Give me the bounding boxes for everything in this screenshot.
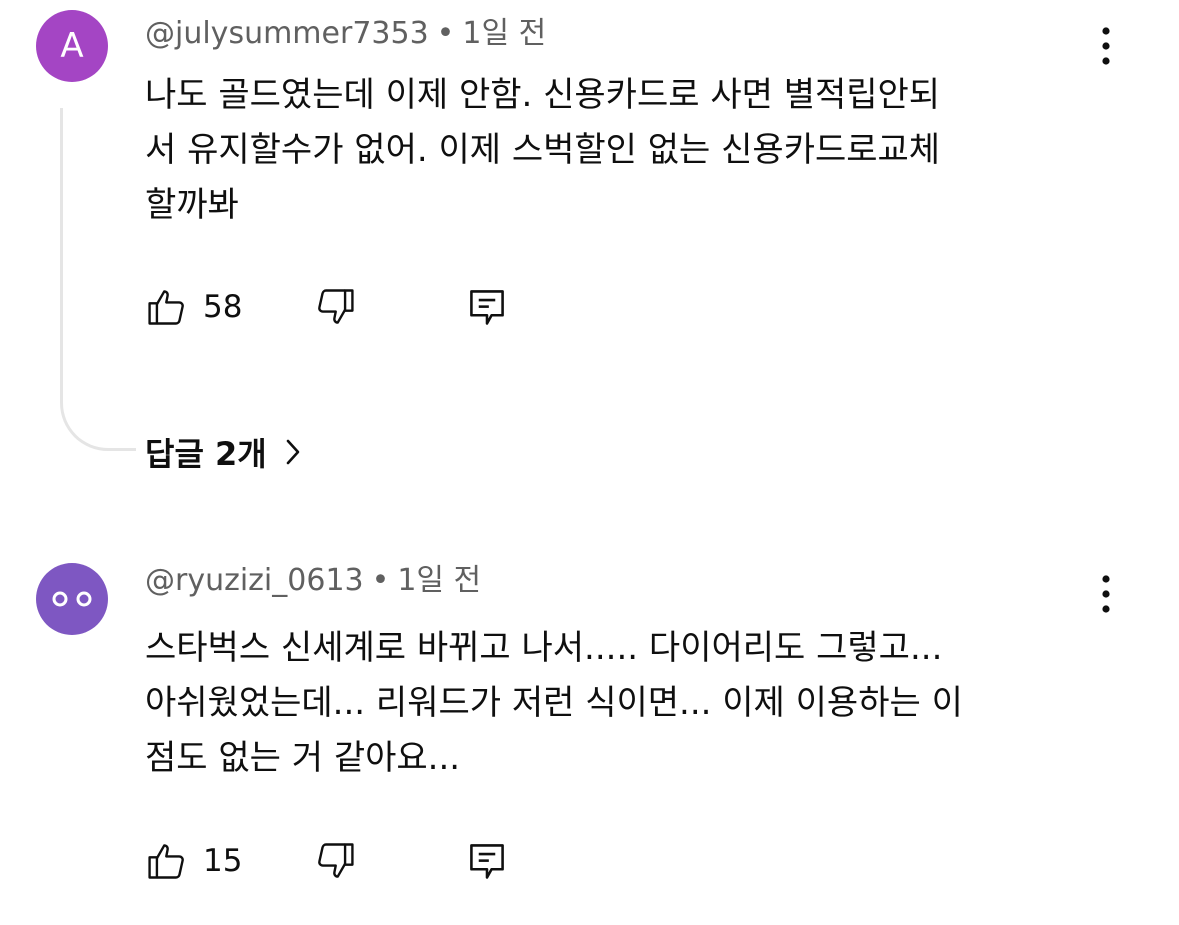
comment-text: 나도 골드였는데 이제 안함. 신용카드로 사면 별적립안되 서 유지할수가 없… [145,68,1105,233]
comment-text-line: 점도 없는 거 같아요... [145,738,461,778]
comment-author[interactable]: @julysummer7353 [145,16,429,51]
comment-actions: 15 [145,836,545,886]
comment-meta: @ryuzizi_0613 • 1일 전 [145,563,481,599]
comment-card: A @julysummer7353 • 1일 전 나도 골드였는데 이제 안함. 신… [0,0,1179,500]
thread-connector-line [60,108,136,451]
comment-text-line: 나도 골드였는데 이제 안함. 신용카드로 사면 별적립안되 [145,75,941,115]
like-button[interactable]: 58 [145,282,242,332]
thumbs-up-icon [148,290,184,325]
comment-text-line: 서 유지할수가 없어. 이제 스벅할인 없는 신용카드로교체 [145,130,941,170]
like-count: 15 [203,843,243,879]
like-button[interactable]: 15 [145,836,242,886]
comment-author[interactable]: @ryuzizi_0613 [145,563,364,598]
replies-count-label: 답글 2개 [145,435,267,473]
more-vertical-icon [1102,575,1110,613]
dislike-button[interactable] [313,836,357,886]
comment-text-line: 할까봐 [145,185,239,225]
meta-separator: • [436,16,455,51]
avatar[interactable]: A [36,10,108,82]
reply-button[interactable] [465,282,509,332]
chevron-right-icon [283,436,303,468]
view-replies-button[interactable]: 답글 2개 [145,428,303,476]
thumbs-down-icon [318,289,354,324]
meta-separator: • [371,563,390,598]
thumbs-down-icon [318,843,354,878]
comment-time: 1일 전 [397,563,482,598]
dislike-button[interactable] [313,282,357,332]
comment-text-line: 아쉬웠었는데... 리워드가 저런 식이면... 이제 이용하는 이 [145,683,963,723]
avatar-letter: A [60,26,84,66]
comment-menu-button[interactable] [1088,22,1124,70]
comment-menu-button[interactable] [1088,570,1124,618]
like-count: 58 [203,289,243,325]
comment-meta: @julysummer7353 • 1일 전 [145,16,546,52]
reply-button[interactable] [465,836,509,886]
comment-actions: 58 [145,282,545,332]
two-dots-avatar-icon [52,591,92,607]
comment-text-line: 스타벅스 신세계로 바뀌고 나서..... 다이어리도 그렇고... [145,628,943,668]
comment-text: 스타벅스 신세계로 바뀌고 나서..... 다이어리도 그렇고... 아쉬웠었는… [145,621,1105,786]
comment-time: 1일 전 [462,16,547,51]
comment-icon [470,290,504,325]
more-vertical-icon [1102,27,1110,65]
thumbs-up-icon [148,844,184,879]
comment-card: @ryuzizi_0613 • 1일 전 스타벅스 신세계로 바뀌고 나서.....… [0,545,1179,925]
avatar[interactable] [36,563,108,635]
comment-icon [470,844,504,879]
